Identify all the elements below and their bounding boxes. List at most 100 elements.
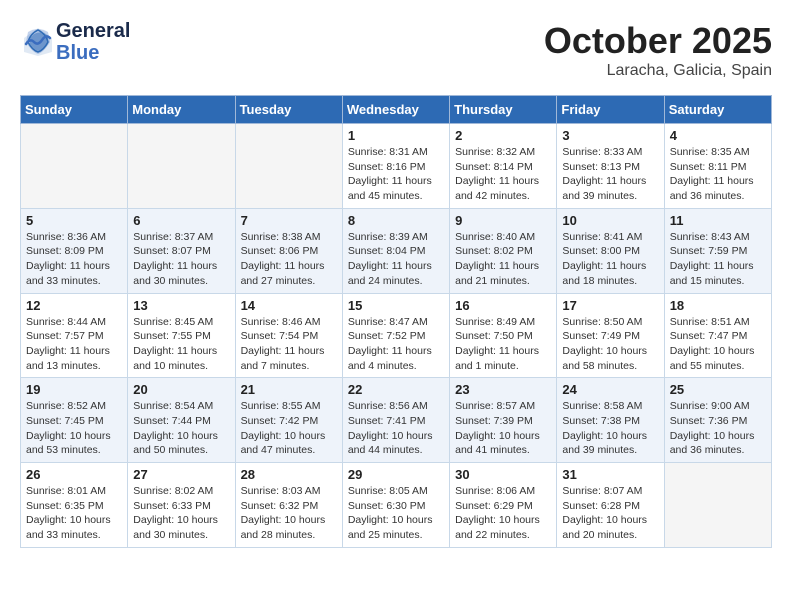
day-info: Sunrise: 8:43 AMSunset: 7:59 PMDaylight:… [670, 230, 766, 289]
day-number: 21 [241, 382, 337, 397]
weekday-header-row: SundayMondayTuesdayWednesdayThursdayFrid… [21, 96, 772, 124]
calendar-cell: 13Sunrise: 8:45 AMSunset: 7:55 PMDayligh… [128, 293, 235, 378]
calendar-cell: 6 Sunrise: 8:37 AMSunset: 8:07 PMDaylight… [128, 208, 235, 293]
calendar-cell [664, 463, 771, 548]
logo-line1: General [56, 20, 130, 42]
day-number: 4 [670, 128, 766, 143]
calendar-cell [21, 124, 128, 209]
header: General Blue October 2025 Laracha, Galic… [20, 20, 772, 80]
calendar-cell: 7 Sunrise: 8:38 AMSunset: 8:06 PMDaylight… [235, 208, 342, 293]
day-number: 28 [241, 467, 337, 482]
calendar-cell: 20 Sunrise: 8:54 AMSunset: 7:44 PMDayligh… [128, 378, 235, 463]
day-info: Sunrise: 8:51 AMSunset: 7:47 PMDaylight:… [670, 315, 766, 374]
day-number: 29 [348, 467, 444, 482]
calendar-cell: 9 Sunrise: 8:40 AMSunset: 8:02 PMDaylight… [450, 208, 557, 293]
calendar-cell [128, 124, 235, 209]
day-info: Sunrise: 8:05 AMSunset: 6:30 PMDaylight:… [348, 484, 444, 543]
calendar-cell [235, 124, 342, 209]
day-info: Sunrise: 8:06 AMSunset: 6:29 PMDaylight:… [455, 484, 551, 543]
day-number: 20 [133, 382, 229, 397]
day-number: 27 [133, 467, 229, 482]
calendar-cell: 1 Sunrise: 8:31 AMSunset: 8:16 PMDaylight… [342, 124, 449, 209]
day-info: Sunrise: 8:32 AMSunset: 8:14 PMDaylight:… [455, 145, 551, 204]
day-number: 9 [455, 213, 551, 228]
day-info: Sunrise: 8:54 AMSunset: 7:44 PMDaylight:… [133, 399, 229, 458]
calendar-cell: 30 Sunrise: 8:06 AMSunset: 6:29 PMDayligh… [450, 463, 557, 548]
calendar-cell: 27Sunrise: 8:02 AMSunset: 6:33 PMDayligh… [128, 463, 235, 548]
calendar-week-row: 1 Sunrise: 8:31 AMSunset: 8:16 PMDaylight… [21, 124, 772, 209]
day-info: Sunrise: 8:57 AMSunset: 7:39 PMDaylight:… [455, 399, 551, 458]
weekday-header-sunday: Sunday [21, 96, 128, 124]
day-info: Sunrise: 8:55 AMSunset: 7:42 PMDaylight:… [241, 399, 337, 458]
calendar-cell: 2Sunrise: 8:32 AMSunset: 8:14 PMDaylight… [450, 124, 557, 209]
calendar-cell: 29 Sunrise: 8:05 AMSunset: 6:30 PMDayligh… [342, 463, 449, 548]
calendar-cell: 28Sunrise: 8:03 AMSunset: 6:32 PMDayligh… [235, 463, 342, 548]
day-number: 6 [133, 213, 229, 228]
calendar-cell: 21 Sunrise: 8:55 AMSunset: 7:42 PMDayligh… [235, 378, 342, 463]
calendar-cell: 11 Sunrise: 8:43 AMSunset: 7:59 PMDayligh… [664, 208, 771, 293]
day-number: 23 [455, 382, 551, 397]
day-number: 5 [26, 213, 122, 228]
day-info: Sunrise: 8:33 AMSunset: 8:13 PMDaylight:… [562, 145, 658, 204]
day-info: Sunrise: 8:58 AMSunset: 7:38 PMDaylight:… [562, 399, 658, 458]
calendar-cell: 3 Sunrise: 8:33 AMSunset: 8:13 PMDaylight… [557, 124, 664, 209]
logo-line2: Blue [56, 42, 130, 64]
location: Laracha, Galicia, Spain [544, 62, 772, 80]
weekday-header-thursday: Thursday [450, 96, 557, 124]
day-number: 19 [26, 382, 122, 397]
day-info: Sunrise: 8:41 AMSunset: 8:00 PMDaylight:… [562, 230, 658, 289]
day-number: 26 [26, 467, 122, 482]
day-info: Sunrise: 8:39 AMSunset: 8:04 PMDaylight:… [348, 230, 444, 289]
page-container: General Blue October 2025 Laracha, Galic… [0, 0, 792, 558]
day-number: 17 [562, 298, 658, 313]
day-info: Sunrise: 8:52 AMSunset: 7:45 PMDaylight:… [26, 399, 122, 458]
month-title: October 2025 [544, 20, 772, 62]
calendar-cell: 10 Sunrise: 8:41 AMSunset: 8:00 PMDayligh… [557, 208, 664, 293]
calendar-cell: 12Sunrise: 8:44 AMSunset: 7:57 PMDayligh… [21, 293, 128, 378]
day-info: Sunrise: 8:49 AMSunset: 7:50 PMDaylight:… [455, 315, 551, 374]
calendar-week-row: 5 Sunrise: 8:36 AMSunset: 8:09 PMDaylight… [21, 208, 772, 293]
calendar-cell: 23 Sunrise: 8:57 AMSunset: 7:39 PMDayligh… [450, 378, 557, 463]
calendar-cell: 4 Sunrise: 8:35 AMSunset: 8:11 PMDaylight… [664, 124, 771, 209]
calendar-cell: 31Sunrise: 8:07 AMSunset: 6:28 PMDayligh… [557, 463, 664, 548]
day-info: Sunrise: 8:01 AMSunset: 6:35 PMDaylight:… [26, 484, 122, 543]
day-number: 8 [348, 213, 444, 228]
day-number: 14 [241, 298, 337, 313]
day-info: Sunrise: 8:38 AMSunset: 8:06 PMDaylight:… [241, 230, 337, 289]
title-block: October 2025 Laracha, Galicia, Spain [544, 20, 772, 80]
day-info: Sunrise: 8:50 AMSunset: 7:49 PMDaylight:… [562, 315, 658, 374]
day-number: 22 [348, 382, 444, 397]
logo-icon [20, 24, 56, 60]
day-number: 10 [562, 213, 658, 228]
day-number: 11 [670, 213, 766, 228]
day-number: 1 [348, 128, 444, 143]
calendar-cell: 25Sunrise: 9:00 AMSunset: 7:36 PMDayligh… [664, 378, 771, 463]
day-number: 18 [670, 298, 766, 313]
day-info: Sunrise: 8:40 AMSunset: 8:02 PMDaylight:… [455, 230, 551, 289]
calendar-cell: 16 Sunrise: 8:49 AMSunset: 7:50 PMDayligh… [450, 293, 557, 378]
day-number: 16 [455, 298, 551, 313]
calendar-cell: 24 Sunrise: 8:58 AMSunset: 7:38 PMDayligh… [557, 378, 664, 463]
calendar-cell: 8 Sunrise: 8:39 AMSunset: 8:04 PMDaylight… [342, 208, 449, 293]
day-number: 31 [562, 467, 658, 482]
day-info: Sunrise: 8:31 AMSunset: 8:16 PMDaylight:… [348, 145, 444, 204]
day-number: 7 [241, 213, 337, 228]
weekday-header-wednesday: Wednesday [342, 96, 449, 124]
weekday-header-friday: Friday [557, 96, 664, 124]
day-info: Sunrise: 8:47 AMSunset: 7:52 PMDaylight:… [348, 315, 444, 374]
weekday-header-tuesday: Tuesday [235, 96, 342, 124]
logo: General Blue [20, 20, 130, 64]
calendar-cell: 15Sunrise: 8:47 AMSunset: 7:52 PMDayligh… [342, 293, 449, 378]
weekday-header-monday: Monday [128, 96, 235, 124]
calendar-cell: 19 Sunrise: 8:52 AMSunset: 7:45 PMDayligh… [21, 378, 128, 463]
day-info: Sunrise: 8:37 AMSunset: 8:07 PMDaylight:… [133, 230, 229, 289]
day-info: Sunrise: 8:46 AMSunset: 7:54 PMDaylight:… [241, 315, 337, 374]
day-number: 3 [562, 128, 658, 143]
calendar-cell: 17 Sunrise: 8:50 AMSunset: 7:49 PMDayligh… [557, 293, 664, 378]
day-info: Sunrise: 8:44 AMSunset: 7:57 PMDaylight:… [26, 315, 122, 374]
day-number: 30 [455, 467, 551, 482]
day-number: 24 [562, 382, 658, 397]
day-info: Sunrise: 8:35 AMSunset: 8:11 PMDaylight:… [670, 145, 766, 204]
day-info: Sunrise: 8:36 AMSunset: 8:09 PMDaylight:… [26, 230, 122, 289]
day-number: 25 [670, 382, 766, 397]
